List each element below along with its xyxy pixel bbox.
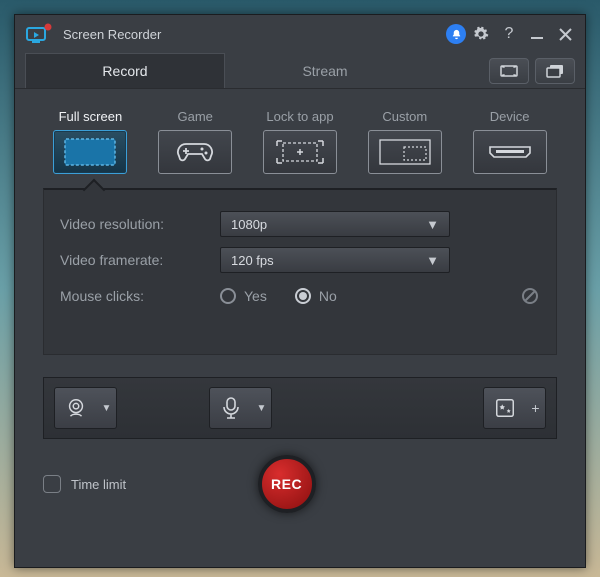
video-framerate-value: 120 fps — [231, 253, 274, 268]
mode-full-screen[interactable]: Full screen — [43, 109, 138, 174]
video-framerate-row: Video framerate: 120 fps ▼ — [60, 242, 540, 278]
tab-record[interactable]: Record — [25, 53, 225, 88]
mouse-clicks-no-radio[interactable]: No — [295, 288, 337, 304]
titlebar: Screen Recorder ? — [15, 15, 585, 53]
mode-device[interactable]: Device — [462, 109, 557, 174]
chevron-down-icon: ▼ — [426, 217, 439, 232]
video-framerate-select[interactable]: 120 fps ▼ — [220, 247, 450, 273]
tab-stream[interactable]: Stream — [225, 53, 425, 88]
webcam-button[interactable] — [54, 387, 98, 429]
settings-gear-icon[interactable] — [468, 21, 494, 47]
mouse-clicks-radio-group: Yes No — [220, 288, 337, 304]
microphone-button[interactable] — [209, 387, 253, 429]
settings-panel: Video resolution: 1080p ▼ Video framerat… — [43, 188, 557, 355]
mode-lock-to-app[interactable]: Lock to app — [253, 109, 348, 174]
window-mode-button[interactable] — [535, 58, 575, 84]
chevron-down-icon: ▼ — [426, 253, 439, 268]
video-resolution-row: Video resolution: 1080p ▼ — [60, 206, 540, 242]
minimize-button[interactable] — [524, 21, 550, 47]
video-resolution-select[interactable]: 1080p ▼ — [220, 211, 450, 237]
record-button-label: REC — [271, 476, 302, 492]
mode-lock-to-app-label: Lock to app — [266, 109, 333, 124]
help-icon[interactable]: ? — [496, 21, 522, 47]
mouse-clicks-no-label: No — [319, 288, 337, 304]
overlay-add-button[interactable]: + — [526, 387, 546, 429]
app-window: Screen Recorder ? Record Stream Full scr… — [14, 14, 586, 568]
gamepad-icon — [158, 130, 232, 174]
full-screen-icon — [53, 130, 127, 174]
fullscreen-toggle-button[interactable] — [489, 58, 529, 84]
video-framerate-label: Video framerate: — [60, 252, 220, 268]
custom-region-icon — [368, 130, 442, 174]
footer: Time limit REC — [15, 439, 585, 513]
device-hdmi-icon — [473, 130, 547, 174]
video-resolution-value: 1080p — [231, 217, 267, 232]
record-button[interactable]: REC — [258, 455, 316, 513]
time-limit-checkbox[interactable] — [43, 475, 61, 493]
main-tabs: Record Stream — [15, 53, 585, 89]
app-title: Screen Recorder — [63, 27, 445, 42]
notification-bell-icon[interactable] — [446, 24, 466, 44]
lock-to-app-icon — [263, 130, 337, 174]
mouse-clicks-yes-label: Yes — [244, 288, 267, 304]
webcam-dropdown-button[interactable]: ▼ — [97, 387, 117, 429]
app-logo-icon — [25, 21, 53, 47]
input-sources-strip: ▼ ▼ + — [43, 377, 557, 439]
mode-custom-label: Custom — [382, 109, 427, 124]
mode-device-label: Device — [490, 109, 530, 124]
close-button[interactable] — [552, 21, 578, 47]
mouse-clicks-label: Mouse clicks: — [60, 288, 220, 304]
mode-game-label: Game — [177, 109, 212, 124]
mode-custom[interactable]: Custom — [357, 109, 452, 174]
video-resolution-label: Video resolution: — [60, 216, 220, 232]
microphone-dropdown-button[interactable]: ▼ — [252, 387, 272, 429]
time-limit-label: Time limit — [71, 477, 126, 492]
mouse-clicks-yes-radio[interactable]: Yes — [220, 288, 267, 304]
mode-game[interactable]: Game — [148, 109, 243, 174]
mode-full-screen-label: Full screen — [59, 109, 123, 124]
disabled-indicator-icon — [520, 286, 540, 306]
overlay-effects-button[interactable] — [483, 387, 527, 429]
capture-mode-selector: Full screen Game Lock to app Custom Devi… — [15, 89, 585, 188]
mouse-clicks-row: Mouse clicks: Yes No — [60, 278, 540, 314]
